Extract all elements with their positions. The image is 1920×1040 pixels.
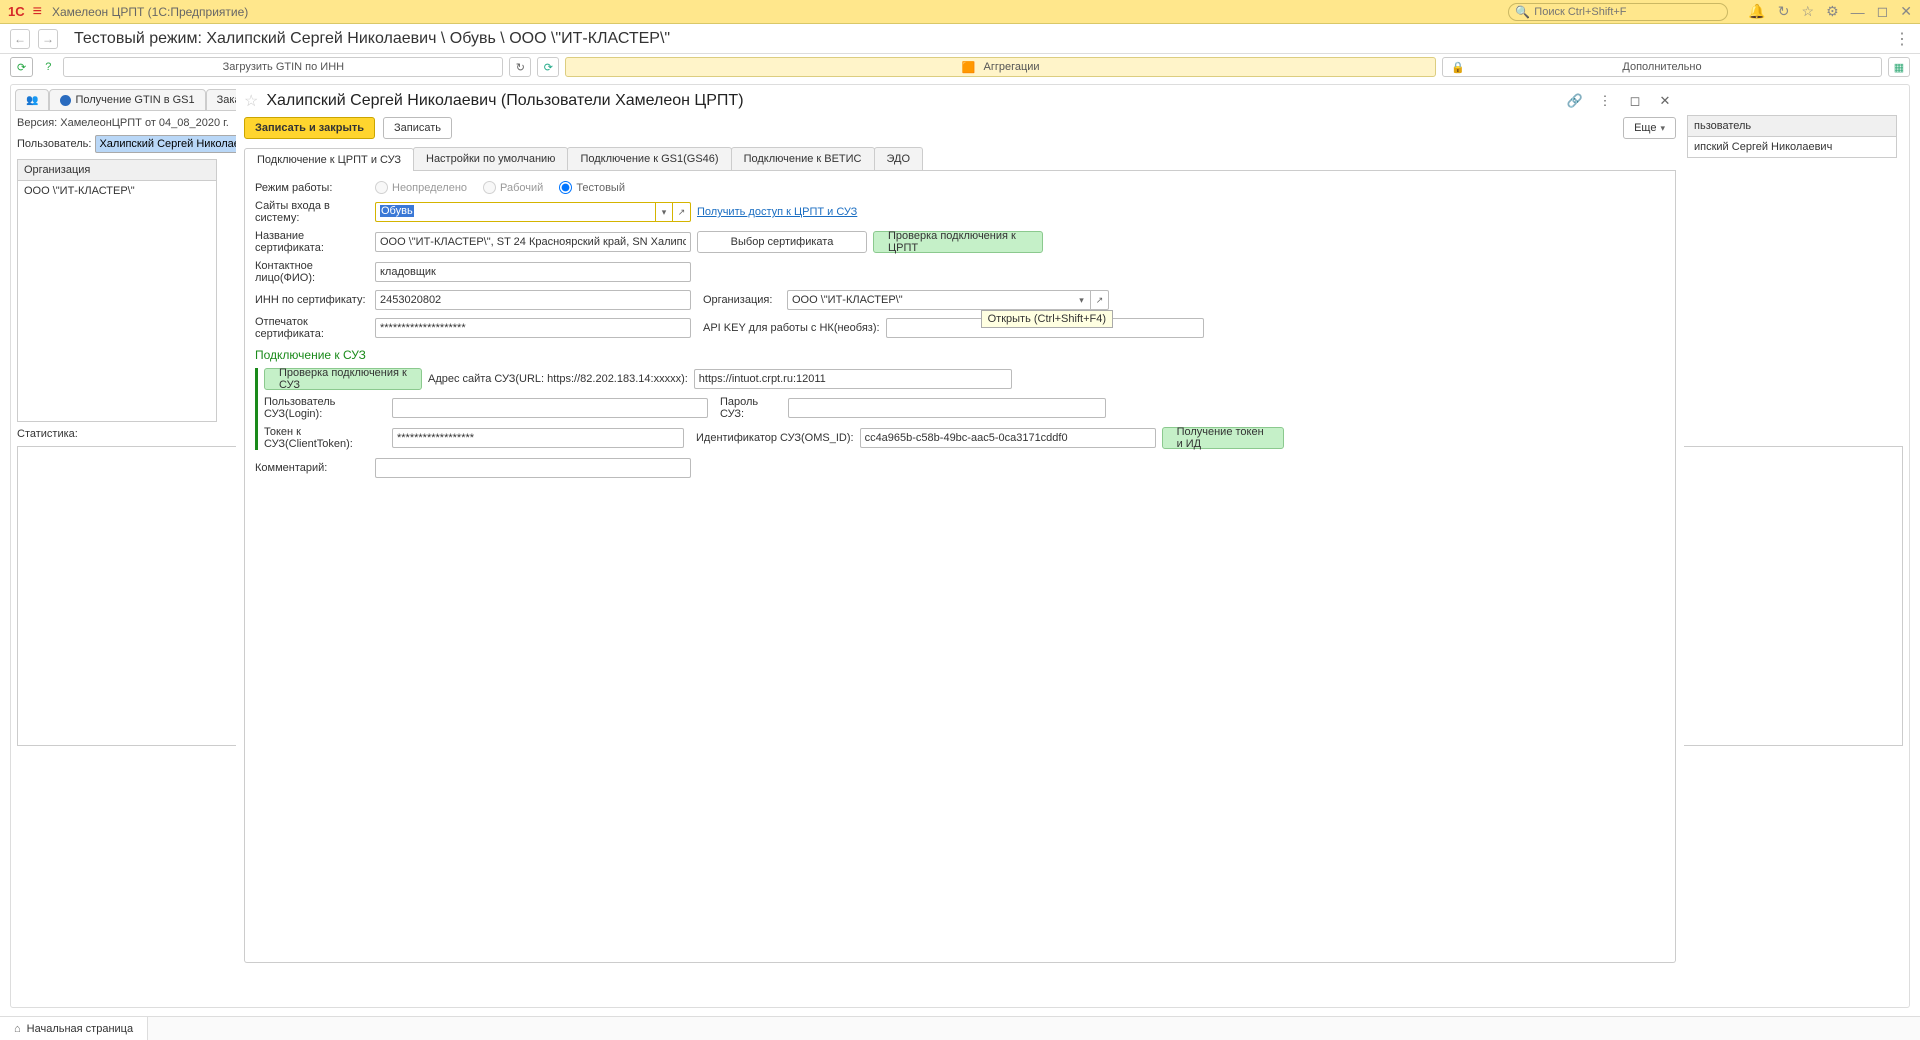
tab-edo[interactable]: ЭДО	[874, 147, 924, 170]
contact-input[interactable]	[375, 262, 691, 282]
app-title: Хамелеон ЦРПТ (1С:Предприятие)	[52, 5, 248, 19]
comment-label: Комментарий:	[255, 462, 369, 474]
close-icon[interactable]: ✕	[1900, 3, 1912, 20]
refresh-button[interactable]: ⟳	[10, 57, 33, 77]
history2-button[interactable]: ↻	[509, 57, 531, 77]
right-table-header: пьзователь	[1687, 115, 1897, 136]
user-dialog: ☆ Халипский Сергей Николаевич (Пользоват…	[236, 85, 1684, 971]
menu-dots-icon[interactable]: ⋮	[1894, 29, 1910, 49]
breadcrumb: Тестовый режим: Халипский Сергей Николае…	[74, 30, 670, 48]
sites-open-icon[interactable]: ↗	[673, 202, 691, 222]
thumbprint-label: Отпечаток сертификата:	[255, 316, 369, 340]
command-toolbar: ⟳ ? Загрузить GTIN по ИНН ↻ ⟳ 🟧Аггрегаци…	[0, 54, 1920, 80]
lock-icon: 🔒	[1451, 61, 1465, 74]
right-table-row[interactable]: ипский Сергей Николаевич	[1687, 136, 1897, 158]
navbar: ← → Тестовый режим: Халипский Сергей Ник…	[0, 24, 1920, 54]
users-icon: 👥	[26, 95, 38, 106]
contact-label: Контактное лицо(ФИО):	[255, 260, 369, 284]
left-tab-gtin[interactable]: Получение GTIN в GS1	[49, 89, 205, 111]
suz-pass-input[interactable]	[788, 398, 1106, 418]
tab-vetis[interactable]: Подключение к ВЕТИС	[731, 147, 875, 170]
refresh2-button[interactable]: ⟳	[537, 57, 559, 77]
tab-defaults[interactable]: Настройки по умолчанию	[413, 147, 568, 170]
hamburger-icon[interactable]: ≡	[33, 3, 42, 21]
tab-gs1[interactable]: Подключение к GS1(GS46)	[567, 147, 731, 170]
get-access-link[interactable]: Получить доступ к ЦРПТ и СУЗ	[697, 206, 857, 218]
org-input[interactable]	[787, 290, 1073, 310]
nav-forward-button[interactable]: →	[38, 29, 58, 49]
dialog-title: Халипский Сергей Николаевич (Пользовател…	[266, 92, 743, 110]
search-icon: 🔍	[1515, 5, 1530, 19]
additional-button[interactable]: 🔒Дополнительно	[1442, 57, 1882, 77]
inn-label: ИНН по сертификату:	[255, 294, 369, 306]
choose-cert-button[interactable]: Выбор сертификата	[697, 231, 867, 253]
comment-input[interactable]	[375, 458, 691, 478]
suz-pass-label: Пароль СУЗ:	[720, 396, 782, 420]
nav-back-button[interactable]: ←	[10, 29, 30, 49]
check-suz-button[interactable]: Проверка подключения к СУЗ	[264, 368, 422, 390]
suz-user-label: Пользователь СУЗ(Login):	[264, 396, 386, 420]
suz-addr-input[interactable]	[694, 369, 1012, 389]
favorite-star-icon[interactable]: ☆	[244, 91, 258, 111]
suz-token-label: Токен к СУЗ(ClientToken):	[264, 426, 386, 450]
mode-work[interactable]: Рабочий	[483, 181, 543, 194]
tab-crpt-suz[interactable]: Подключение к ЦРПТ и СУЗ	[244, 148, 414, 171]
mode-label: Режим работы:	[255, 182, 369, 194]
suz-section-title: Подключение к СУЗ	[255, 348, 1665, 362]
help-button[interactable]: ?	[39, 57, 57, 77]
dialog-close-icon[interactable]: ✕	[1654, 91, 1676, 111]
grid-button[interactable]: ▦	[1888, 57, 1910, 77]
org-open-tooltip: Открыть (Ctrl+Shift+F4)	[981, 310, 1113, 328]
dot-icon	[60, 95, 71, 106]
user-combo[interactable]	[95, 135, 245, 153]
cert-name-input[interactable]	[375, 232, 691, 252]
save-and-close-button[interactable]: Записать и закрыть	[244, 117, 375, 139]
org-table-header: Организация	[18, 160, 216, 181]
mode-undefined[interactable]: Неопределено	[375, 181, 467, 194]
get-token-button[interactable]: Получение токен и ИД	[1162, 427, 1284, 449]
more-button[interactable]: Еще	[1623, 117, 1676, 139]
settings-icon[interactable]: ⚙	[1826, 3, 1839, 20]
load-gtin-button[interactable]: Загрузить GTIN по ИНН	[63, 57, 503, 77]
user-combo-label: Пользователь:	[17, 138, 91, 150]
cert-name-label: Название сертификата:	[255, 230, 369, 254]
bell-icon[interactable]: 🔔	[1748, 3, 1765, 20]
suz-token-input[interactable]	[392, 428, 684, 448]
org-open-icon[interactable]: ↗	[1091, 290, 1109, 310]
titlebar: 1C ≡ Хамелеон ЦРПТ (1С:Предприятие) 🔍 🔔 …	[0, 0, 1920, 24]
star-icon[interactable]: ☆	[1802, 3, 1815, 20]
sites-label: Сайты входа в систему:	[255, 200, 369, 224]
maximize-icon[interactable]: ◻	[1877, 3, 1889, 20]
suz-user-input[interactable]	[392, 398, 708, 418]
suz-id-label: Идентификатор СУЗ(OMS_ID):	[696, 432, 854, 444]
minimize-icon[interactable]: —	[1851, 4, 1865, 20]
dialog-menu-icon[interactable]: ⋮	[1594, 91, 1616, 111]
link-icon[interactable]: 🔗	[1564, 91, 1586, 111]
sites-input[interactable]	[375, 202, 655, 222]
logo: 1C	[8, 4, 25, 19]
suz-addr-label: Адрес сайта СУЗ(URL: https://82.202.183.…	[428, 373, 688, 385]
suz-id-input[interactable]	[860, 428, 1156, 448]
dialog-maximize-icon[interactable]: ◻	[1624, 91, 1646, 111]
thumbprint-input[interactable]	[375, 318, 691, 338]
cube-icon: 🟧	[962, 61, 976, 74]
history-icon[interactable]: ↻	[1778, 3, 1790, 20]
sites-dropdown-icon[interactable]: ▾	[655, 202, 673, 222]
mode-test[interactable]: Тестовый	[559, 181, 625, 194]
home-page-tab[interactable]: ⌂ Начальная страница	[0, 1017, 148, 1040]
bottom-tabbar: ⌂ Начальная страница	[0, 1016, 1920, 1040]
left-tab-users[interactable]: 👥	[15, 89, 49, 111]
check-crpt-button[interactable]: Проверка подключения к ЦРПТ	[873, 231, 1043, 253]
org-label: Организация:	[703, 294, 781, 306]
inn-input[interactable]	[375, 290, 691, 310]
home-icon: ⌂	[14, 1023, 21, 1035]
apikey-label: API KEY для работы с НК(необяз):	[703, 322, 880, 334]
aggregations-button[interactable]: 🟧Аггрегации	[565, 57, 1436, 77]
save-button[interactable]: Записать	[383, 117, 452, 139]
org-table-row[interactable]: ООО \"ИТ-КЛАСТЕР\"	[18, 181, 216, 201]
global-search-input[interactable]	[1534, 6, 1714, 18]
org-dropdown-icon[interactable]: ▾	[1073, 290, 1091, 310]
global-search[interactable]: 🔍	[1508, 3, 1728, 21]
